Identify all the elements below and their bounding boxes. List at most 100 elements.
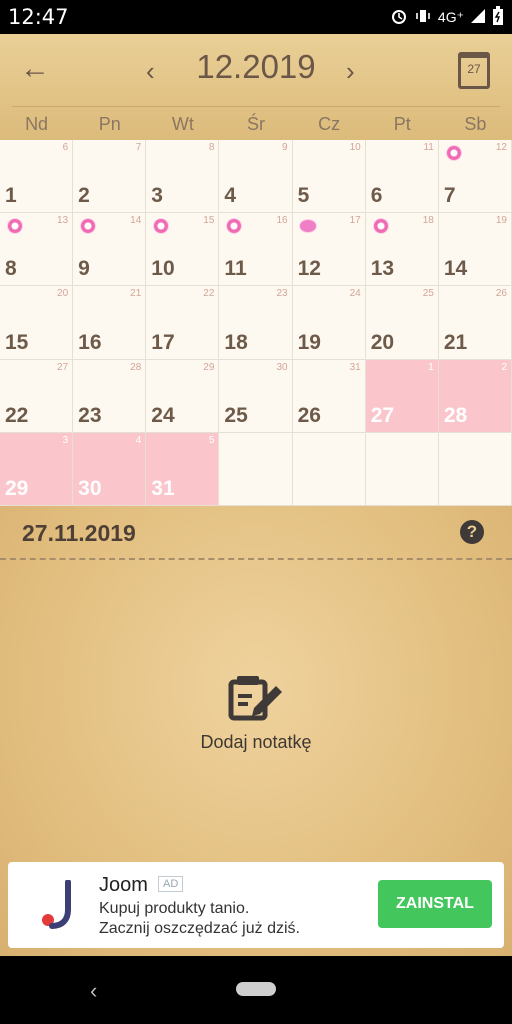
calendar-day-cell[interactable]: 21 16 [73,286,147,360]
period-day-cell[interactable]: 4 30 [73,432,147,506]
cycle-day-number: 22 [203,288,215,300]
day-number: 3 [151,184,163,208]
calendar-day-cell[interactable]: 19 14 [438,213,512,287]
cycle-day-number: 10 [349,142,361,153]
calendar-day-cell[interactable]: 27 22 [0,359,74,433]
calendar-day-cell[interactable]: 25 20 [365,286,439,360]
calendar-grid: 61 72 83 94 10 5 11 6 12 7 13 8 14 9 15 10 16 1… [0,140,512,506]
day-number: 29 [5,476,29,500]
cycle-day-number: 1 [428,361,434,373]
help-icon[interactable]: ? [460,520,484,544]
calendar-day-cell[interactable]: 24 19 [292,286,366,360]
ovulation-marker-icon [446,146,461,160]
ovulation-marker-icon [81,219,96,234]
day-number: 30 [78,476,102,500]
day-number: 1 [5,184,17,208]
weekday-label: Pt [393,114,411,134]
period-day-cell[interactable]: 1 27 [365,359,439,433]
calendar-day-cell[interactable]: 26 21 [438,286,512,360]
cycle-day-number: 3 [62,434,69,446]
calendar-day-cell[interactable]: 16 11 [219,213,293,287]
cycle-day-number: 26 [495,288,507,300]
cycle-day-number: 23 [276,288,288,300]
empty-day-cell [365,432,439,506]
cycle-day-number: 12 [495,142,507,153]
calendar-day-cell[interactable]: 30 25 [219,359,293,433]
header-divider [12,106,500,107]
install-button[interactable]: ZAINSTAL [378,880,492,928]
calendar-day-cell[interactable]: 72 [73,140,147,214]
empty-day-cell [219,432,293,506]
dashed-divider [0,558,512,560]
cycle-day-number: 11 [423,142,434,153]
calendar-day-cell[interactable]: 61 [0,140,74,214]
ovulation-marker-icon [154,219,169,234]
cycle-day-number: 20 [57,288,69,300]
calendar-day-cell[interactable]: 12 7 [438,140,512,214]
day-number: 11 [224,257,247,281]
calendar-day-cell[interactable]: 94 [219,140,293,214]
ad-banner[interactable]: Joom AD Kupuj produkty tanio. Zacznij os… [8,862,504,948]
period-day-cell[interactable]: 3 29 [0,432,74,506]
cycle-day-number: 21 [130,288,142,300]
empty-day-cell [292,432,366,506]
calendar-day-cell[interactable]: 83 [146,140,220,214]
day-number: 28 [443,403,468,427]
calendar-day-cell[interactable]: 31 26 [292,359,366,433]
next-month-icon[interactable]: › [346,56,355,87]
cycle-day-number: 5 [208,434,215,446]
calendar-day-cell[interactable]: 11 6 [365,140,439,214]
cycle-day-number: 17 [349,215,361,227]
day-number: 18 [224,330,248,354]
day-number: 12 [297,257,321,281]
calendar-day-cell[interactable]: 18 13 [365,213,439,287]
period-day-cell[interactable]: 2 28 [438,359,512,433]
ad-badge: AD [158,876,184,892]
selected-date: 27.11.2019 [22,520,136,546]
cycle-day-number: 2 [501,361,507,373]
period-day-cell[interactable]: 5 31 [146,432,220,506]
calendar-day-cell[interactable]: 13 8 [0,213,74,287]
battery-icon [492,6,504,29]
back-arrow-icon[interactable]: ← [18,52,52,86]
cycle-day-number: 4 [135,434,142,446]
add-note-icon[interactable] [228,672,284,722]
day-number: 22 [5,403,29,427]
day-number: 14 [443,257,468,281]
calendar-day-cell[interactable]: 20 15 [0,286,74,360]
cycle-day-number: 28 [130,361,142,373]
cycle-day-number: 29 [203,361,215,373]
prev-month-icon[interactable]: ‹ [146,56,155,87]
nav-back-icon[interactable]: ‹ [90,978,97,1004]
calendar-day-cell[interactable]: 17 12 [292,213,366,287]
calendar-day-cell[interactable]: 29 24 [146,359,220,433]
ovulation-marker-icon [373,219,388,234]
day-number: 4 [224,184,237,208]
day-number: 8 [5,257,17,281]
day-number: 19 [297,330,321,354]
weekday-label: Sb [464,114,487,134]
ovulation-marker-icon [8,219,22,234]
cycle-day-number: 25 [422,288,434,300]
calendar-today-icon[interactable]: 27 [458,52,490,89]
ad-title: Joom [99,874,148,896]
day-number: 9 [78,257,90,281]
nav-home-pill[interactable] [236,982,276,996]
calendar-day-cell[interactable]: 22 17 [146,286,220,360]
weekday-label: Pn [98,114,121,134]
calendar-day-cell[interactable]: 28 23 [73,359,147,433]
status-bar: 12:47 4G⁺ [0,0,512,34]
calendar-day-cell[interactable]: 10 5 [292,140,366,214]
calendar-day-cell[interactable]: 15 10 [146,213,220,287]
calendar-day-cell[interactable]: 14 9 [73,213,147,287]
day-number: 2 [78,184,90,208]
day-number: 27 [370,403,395,427]
add-note-label[interactable]: Dodaj notatkę [0,732,512,753]
status-icons: 4G⁺ [390,6,504,29]
calendar-day-cell[interactable]: 23 18 [219,286,293,360]
day-number: 17 [151,330,175,354]
cycle-day-number: 18 [422,215,434,227]
day-number: 25 [224,403,248,427]
day-number: 20 [370,330,395,354]
calendar-header: ← ‹ 12.2019 › 27 Nd Pn Wt Śr Cz Pt Sb [0,34,512,140]
